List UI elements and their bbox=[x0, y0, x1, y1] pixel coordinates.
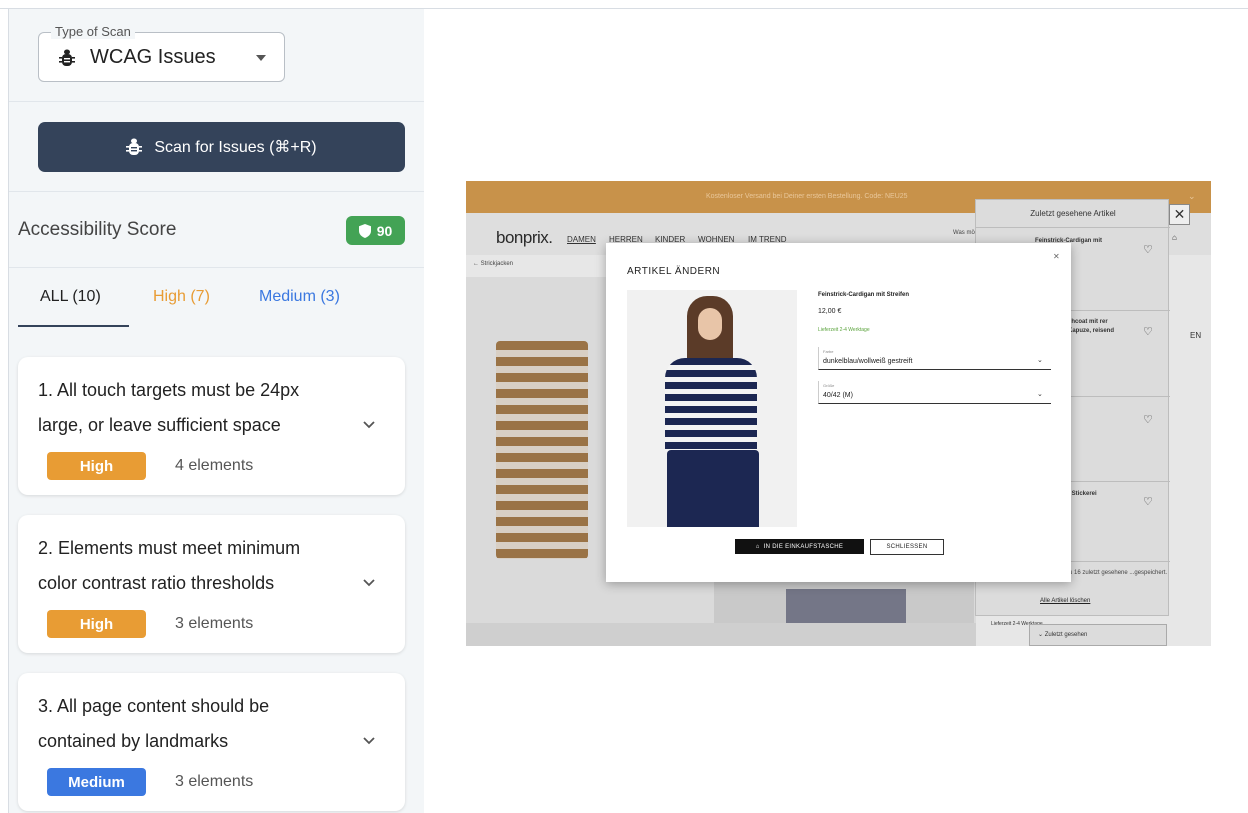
scan-type-select[interactable]: Type of Scan WCAG Issues bbox=[38, 24, 285, 82]
recently-viewed-bar-label: Zuletzt gesehen bbox=[1044, 632, 1088, 638]
change-item-modal: ARTIKEL ÄNDERN ✕ Feinstrick-Cardigan mit… bbox=[606, 243, 1071, 582]
product-row bbox=[466, 623, 976, 646]
product-price: 12,00 € bbox=[818, 308, 842, 315]
close-modal-button: SCHLIESSEN bbox=[870, 539, 944, 555]
nav-item-damen: DAMEN bbox=[567, 235, 596, 244]
size-value: 40/42 (M) bbox=[823, 392, 853, 399]
chevron-down-icon[interactable] bbox=[363, 421, 375, 429]
issue-card[interactable]: 2. Elements must meet minimum color cont… bbox=[18, 515, 405, 653]
severity-badge: High bbox=[47, 610, 146, 638]
delivery-time: Lieferzeit 2-4 Werktage bbox=[818, 327, 870, 333]
product-photo-part bbox=[667, 450, 759, 527]
bag-icon: ⌂ bbox=[755, 543, 760, 550]
scan-type-value: WCAG Issues bbox=[90, 46, 216, 68]
site-logo: bonprix. bbox=[496, 228, 553, 247]
product-photo-part bbox=[665, 358, 757, 453]
divider bbox=[9, 191, 424, 192]
issue-title: 1. All touch targets must be 24px large,… bbox=[38, 380, 300, 435]
heart-icon: ♡ bbox=[1143, 496, 1153, 508]
divider bbox=[9, 267, 424, 268]
bug-icon bbox=[126, 138, 143, 155]
score-badge: 90 bbox=[346, 216, 405, 245]
scan-button[interactable]: Scan for Issues (⌘+R) bbox=[38, 122, 405, 172]
recent-item: chcoat mit rer Kapuze, reisend bbox=[1068, 319, 1115, 334]
element-count: 4 elements bbox=[175, 457, 254, 474]
page-preview: Kostenloser Versand bei Deiner ersten Be… bbox=[466, 181, 1211, 646]
sidebar: Type of Scan WCAG Issues Scan for Issues… bbox=[9, 9, 424, 813]
severity-badge: High bbox=[47, 452, 146, 480]
severity-tabs: ALL (10) High (7) Medium (3) bbox=[18, 288, 424, 328]
severity-badge: Medium bbox=[47, 768, 146, 796]
chevron-down-icon: ⌄ bbox=[1037, 357, 1043, 364]
chevron-down-icon: ⌄ bbox=[1188, 191, 1196, 201]
product-name: Feinstrick-Cardigan mit Streifen bbox=[818, 292, 910, 298]
close-icon: ✕ bbox=[1169, 204, 1190, 225]
shield-icon bbox=[358, 223, 371, 238]
chevron-down-icon: ⌄ bbox=[1037, 391, 1043, 398]
tab-medium[interactable]: Medium (3) bbox=[259, 288, 340, 306]
active-tab-indicator bbox=[18, 325, 129, 327]
issue-title: 3. All page content should be contained … bbox=[38, 696, 270, 751]
color-value: dunkelblau/wollweiß gestreift bbox=[823, 358, 913, 365]
color-select: Farbe dunkelblau/wollweiß gestreift ⌄ bbox=[818, 347, 1051, 370]
app-frame: Type of Scan WCAG Issues Scan for Issues… bbox=[0, 0, 1248, 813]
recent-title: Zuletzt gesehene Artikel bbox=[1030, 209, 1116, 218]
back-label: Strickjacken bbox=[480, 261, 514, 267]
product-photo bbox=[627, 290, 797, 527]
site-search: Was mö bbox=[953, 230, 975, 236]
bag-icon: ⌂ bbox=[1172, 233, 1177, 242]
back-link: ← Strickjacken bbox=[473, 261, 514, 267]
chevron-down-icon[interactable] bbox=[363, 737, 375, 745]
issue-title: 2. Elements must meet minimum color cont… bbox=[38, 538, 301, 593]
bug-icon bbox=[59, 49, 75, 66]
product-image bbox=[496, 341, 588, 559]
heart-icon: ♡ bbox=[1143, 414, 1153, 426]
element-count: 3 elements bbox=[175, 615, 254, 632]
tab-high[interactable]: High (7) bbox=[153, 288, 210, 306]
recent-item: t Stickerei bbox=[1068, 491, 1097, 497]
nav-fragment: EN bbox=[1190, 331, 1202, 340]
color-label: Farbe bbox=[823, 349, 834, 354]
heart-icon: ♡ bbox=[1143, 244, 1153, 256]
recent-note: zu 16 zuletzt gesehene ...gespeichert. bbox=[1066, 570, 1168, 576]
add-to-bag-label: IN DIE EINKAUFSTASCHE bbox=[763, 543, 844, 550]
issue-card[interactable]: 1. All touch targets must be 24px large,… bbox=[18, 357, 405, 495]
chevron-down-icon bbox=[256, 55, 266, 61]
score-value: 90 bbox=[376, 222, 393, 239]
promo-text: Kostenloser Versand bei Deiner ersten Be… bbox=[706, 193, 908, 200]
scan-button-label: Scan for Issues (⌘+R) bbox=[154, 139, 317, 156]
divider bbox=[9, 101, 424, 102]
product-photo-part bbox=[698, 308, 722, 340]
size-select: Größe 40/42 (M) ⌄ bbox=[818, 381, 1051, 404]
score-label: Accessibility Score bbox=[18, 219, 177, 240]
issue-card[interactable]: 3. All page content should be contained … bbox=[18, 673, 405, 811]
size-label: Größe bbox=[823, 383, 835, 388]
divider bbox=[976, 227, 1170, 228]
chevron-down-icon[interactable] bbox=[363, 579, 375, 587]
tab-all[interactable]: ALL (10) bbox=[40, 288, 101, 306]
scan-type-legend: Type of Scan bbox=[51, 24, 135, 39]
heart-icon: ♡ bbox=[1143, 326, 1153, 338]
delete-all-link: Alle Artikel löschen bbox=[1040, 598, 1091, 604]
element-count: 3 elements bbox=[175, 773, 254, 790]
recently-viewed-bar: ⌄ Zuletzt gesehen bbox=[1029, 624, 1167, 646]
modal-title: ARTIKEL ÄNDERN bbox=[627, 266, 721, 277]
close-icon: ✕ bbox=[1053, 252, 1060, 261]
add-to-bag-button: ⌂ IN DIE EINKAUFSTASCHE bbox=[735, 539, 864, 554]
